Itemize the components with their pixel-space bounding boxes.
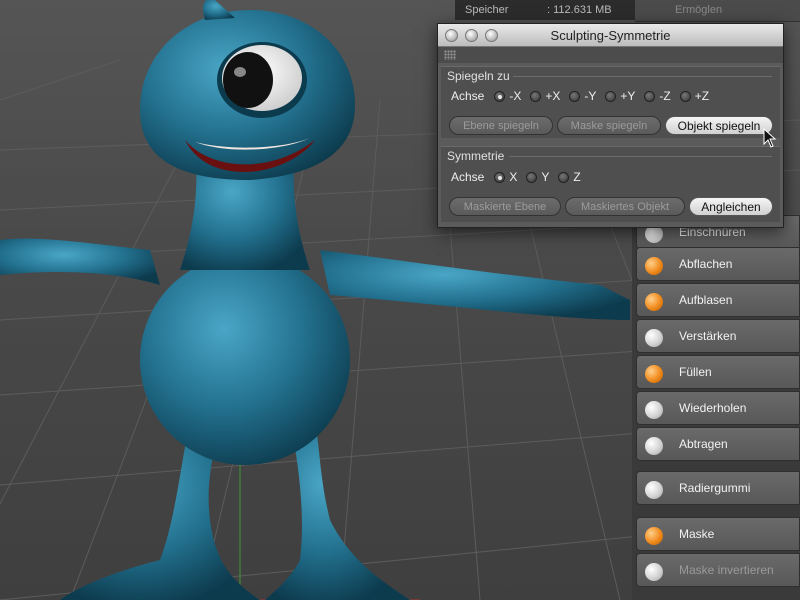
tool-label: Abflachen bbox=[679, 257, 733, 271]
symmetry-axis-x[interactable]: X bbox=[494, 170, 517, 184]
mirror-axis-neg-z[interactable]: -Z bbox=[644, 89, 671, 103]
equalize-button[interactable]: Angleichen bbox=[689, 197, 773, 216]
memory-readout: Speicher : 112.631 MB bbox=[455, 0, 635, 20]
dialog-titlebar[interactable]: Sculpting-Symmetrie bbox=[438, 24, 783, 47]
tool-mask[interactable]: Maske bbox=[636, 517, 800, 551]
fill-icon bbox=[641, 358, 669, 386]
top-tool-label: Ermöglen bbox=[675, 4, 723, 16]
memory-value: : 112.631 MB bbox=[547, 4, 612, 16]
tool-inflate[interactable]: Aufblasen bbox=[636, 283, 800, 317]
tool-label: Füllen bbox=[679, 365, 712, 379]
repeat-icon bbox=[641, 394, 669, 422]
symmetry-axis-row: Achse X Y Z bbox=[451, 170, 590, 184]
tool-scrape[interactable]: Abtragen bbox=[636, 427, 800, 461]
symmetry-axis-label: Achse bbox=[451, 170, 485, 184]
tool-repeat[interactable]: Wiederholen bbox=[636, 391, 800, 425]
mirror-object-button[interactable]: Objekt spiegeln bbox=[665, 116, 773, 135]
tool-flatten[interactable]: Abflachen bbox=[636, 247, 800, 281]
symmetry-axis-z[interactable]: Z bbox=[558, 170, 581, 184]
symmetry-section-title: Symmetrie bbox=[447, 149, 505, 163]
symmetry-section: Symmetrie Achse X Y Z Maskierte Ebene Ma… bbox=[441, 146, 780, 222]
mirror-axis-neg-x[interactable]: -X bbox=[494, 89, 521, 103]
mirror-axis-pos-z[interactable]: +Z bbox=[679, 89, 709, 103]
top-tool-strip[interactable]: Ermöglen bbox=[635, 0, 800, 22]
masked-object-button[interactable]: Maskiertes Objekt bbox=[565, 197, 685, 216]
mirror-mask-button[interactable]: Maske spiegeln bbox=[557, 116, 661, 135]
flatten-icon bbox=[641, 250, 669, 278]
mirror-axis-neg-y[interactable]: -Y bbox=[569, 89, 596, 103]
symmetry-axis-y[interactable]: Y bbox=[526, 170, 549, 184]
sculpt-tool-panel: Einschnüren Abflachen Aufblasen Verstärk… bbox=[632, 215, 800, 600]
memory-label: Speicher bbox=[465, 4, 509, 16]
tool-invert-mask[interactable]: Maske invertieren bbox=[636, 553, 800, 587]
masked-layer-button[interactable]: Maskierte Ebene bbox=[449, 197, 561, 216]
dialog-title: Sculpting-Symmetrie bbox=[550, 28, 671, 43]
tool-eraser[interactable]: Radiergummi bbox=[636, 471, 800, 505]
sculpting-symmetry-dialog: Sculpting-Symmetrie Spiegeln zu Achse -X… bbox=[437, 23, 784, 228]
tool-label: Aufblasen bbox=[679, 293, 733, 307]
tool-fill[interactable]: Füllen bbox=[636, 355, 800, 389]
tool-label: Radiergummi bbox=[679, 481, 751, 495]
mirror-axis-pos-x[interactable]: +X bbox=[530, 89, 560, 103]
eraser-icon bbox=[641, 474, 669, 502]
tool-label: Wiederholen bbox=[679, 401, 747, 415]
tool-amplify[interactable]: Verstärken bbox=[636, 319, 800, 353]
tool-label: Verstärken bbox=[679, 329, 737, 343]
mirror-section: Spiegeln zu Achse -X +X -Y +Y -Z +Z Eben… bbox=[441, 66, 780, 138]
mask-icon bbox=[641, 520, 669, 548]
tool-label: Abtragen bbox=[679, 437, 728, 451]
dialog-gripbar bbox=[438, 47, 783, 63]
mirror-section-title: Spiegeln zu bbox=[447, 69, 510, 83]
mirror-axis-label: Achse bbox=[451, 89, 485, 103]
tool-label: Maske invertieren bbox=[679, 563, 774, 577]
mirror-axis-row: Achse -X +X -Y +Y -Z +Z bbox=[451, 89, 718, 103]
mouse-cursor-icon bbox=[763, 128, 777, 148]
scrape-icon bbox=[641, 430, 669, 458]
grip-icon[interactable] bbox=[444, 50, 456, 60]
invert-mask-icon bbox=[641, 556, 669, 584]
inflate-icon bbox=[641, 286, 669, 314]
amplify-icon bbox=[641, 322, 669, 350]
mirror-layer-button[interactable]: Ebene spiegeln bbox=[449, 116, 553, 135]
mirror-axis-pos-y[interactable]: +Y bbox=[605, 89, 635, 103]
tool-label: Maske bbox=[679, 527, 715, 541]
